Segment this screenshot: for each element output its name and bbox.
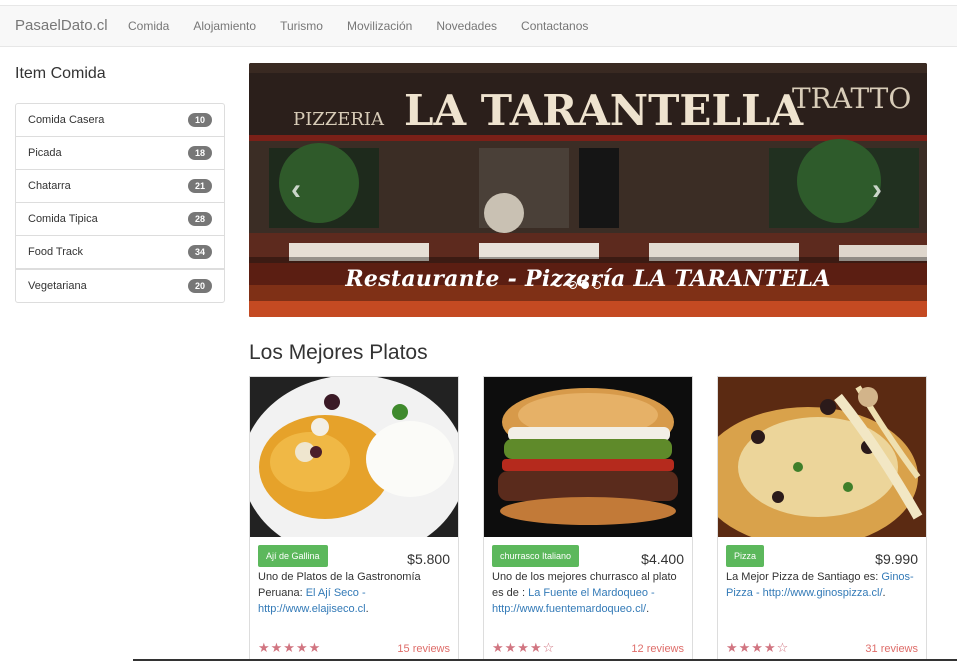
sign-main-text: LA TARANTELLA: [404, 86, 804, 135]
sign-right-text: TRATTO: [792, 82, 911, 115]
category-label: Comida Tipica: [28, 213, 98, 225]
carousel-indicator-active[interactable]: [581, 281, 589, 289]
count-badge: 18: [187, 146, 212, 160]
section-title: Los Mejores Platos: [249, 341, 428, 364]
dish-image: [250, 377, 458, 537]
sign-left-text: PIZZERIA: [293, 109, 385, 130]
sidebar-title: Item Comida: [15, 65, 106, 82]
count-badge: 28: [187, 212, 212, 226]
description-suffix: .: [365, 603, 369, 615]
category-item-picada[interactable]: Picada 18: [16, 137, 224, 170]
count-badge: 21: [187, 179, 212, 193]
nav-link-novedades[interactable]: Novedades: [424, 6, 509, 46]
review-count[interactable]: 15 reviews: [397, 643, 450, 655]
dish-image: [484, 377, 692, 537]
category-label: Picada: [28, 147, 62, 159]
dish-card: Ají de Gallina $5.800 Uno de Platos de l…: [249, 376, 459, 661]
count-badge: 34: [187, 245, 212, 259]
dish-description: La Mejor Pizza de Santiago es: Ginos-Piz…: [726, 569, 920, 601]
carousel-indicator[interactable]: [593, 281, 601, 289]
carousel-indicator[interactable]: [569, 281, 577, 289]
rating-stars-icon: ★★★★☆: [492, 640, 556, 655]
dish-card: Pizza $9.990 La Mejor Pizza de Santiago …: [717, 376, 927, 661]
carousel-indicators: [569, 281, 601, 289]
count-badge: 20: [187, 279, 212, 293]
description-suffix: .: [646, 603, 650, 615]
nav-link-alojamiento[interactable]: Alojamiento: [181, 6, 268, 46]
rating-stars-icon: ★★★★☆: [726, 640, 790, 655]
dish-description: Uno de los mejores churrasco al plato es…: [492, 569, 686, 617]
category-label: Chatarra: [28, 180, 71, 192]
dish-price: $4.400: [641, 551, 684, 567]
count-badge: 10: [187, 113, 212, 127]
hero-carousel: PIZZERIA LA TARANTELLA TRATTO Restaurant…: [249, 63, 927, 317]
category-item-vegetariana[interactable]: Vegetariana 20: [16, 269, 224, 302]
dish-image: [718, 377, 926, 537]
category-label: Comida Casera: [28, 114, 105, 126]
category-item-chatarra[interactable]: Chatarra 21: [16, 170, 224, 203]
carousel-next-icon[interactable]: ›: [872, 173, 882, 207]
rating-stars-icon: ★★★★★: [258, 640, 322, 655]
carousel-caption: Restaurante - Pizzería LA TARANTELA: [249, 257, 927, 301]
category-item-comida-tipica[interactable]: Comida Tipica 28: [16, 203, 224, 236]
dish-tag-button[interactable]: churrasco Italiano: [492, 545, 580, 567]
category-item-food-track[interactable]: Food Track 34: [16, 236, 224, 269]
dish-card: churrasco Italiano $4.400 Uno de los mej…: [483, 376, 693, 661]
dish-tag-button[interactable]: Ají de Gallina: [258, 545, 328, 567]
category-label: Food Track: [28, 246, 84, 258]
navbar: PasaelDato.cl Comida Alojamiento Turismo…: [0, 5, 957, 47]
nav-links: Comida Alojamiento Turismo Movilización …: [116, 6, 600, 46]
nav-link-comida[interactable]: Comida: [116, 6, 181, 46]
dish-price: $5.800: [407, 551, 450, 567]
carousel-prev-icon[interactable]: ‹: [291, 173, 301, 207]
nav-link-contactanos[interactable]: Contactanos: [509, 6, 600, 46]
brand-logo[interactable]: PasaelDato.cl: [15, 17, 108, 34]
review-count[interactable]: 31 reviews: [865, 643, 918, 655]
dish-price: $9.990: [875, 551, 918, 567]
category-label: Vegetariana: [28, 280, 87, 292]
nav-link-turismo[interactable]: Turismo: [268, 6, 335, 46]
category-list: Comida Casera 10 Picada 18 Chatarra 21 C…: [15, 103, 225, 303]
dish-description: Uno de Platos de la Gastronomía Peruana:…: [258, 569, 452, 617]
review-count[interactable]: 12 reviews: [631, 643, 684, 655]
description-text: La Mejor Pizza de Santiago es:: [726, 571, 882, 583]
category-item-comida-casera[interactable]: Comida Casera 10: [16, 104, 224, 137]
description-suffix: .: [882, 587, 886, 599]
nav-link-movilizacion[interactable]: Movilización: [335, 6, 424, 46]
dish-tag-button[interactable]: Pizza: [726, 545, 765, 567]
